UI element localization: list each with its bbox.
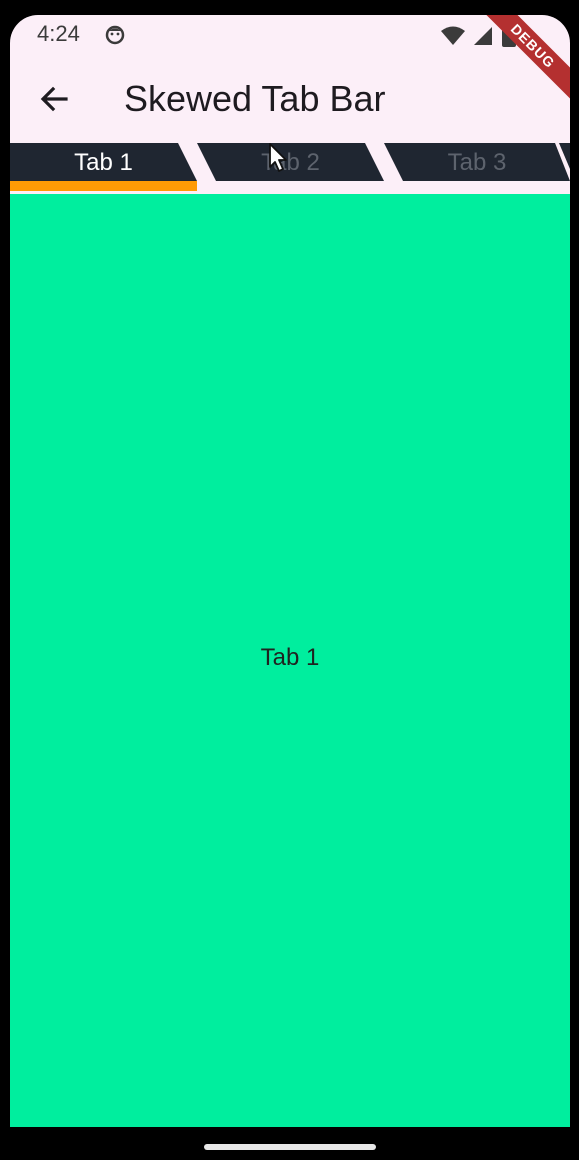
tab-content: Tab 1 [10,194,570,1127]
status-bar: 4:24 DEBUG [10,15,570,107]
tab-1[interactable]: Tab 1 [10,148,197,178]
skewed-tab-bar: Tab 1 Tab 2 Tab 3 [10,143,570,194]
app-bar: Skewed Tab Bar [10,57,570,142]
app-window: 4:24 DEBUG Skewed Tab Bar Tab 1 Tab 2 Ta… [10,15,570,1127]
tab-3[interactable]: Tab 3 [384,148,570,178]
page-title: Skewed Tab Bar [124,78,386,119]
cellular-signal-icon [474,27,492,45]
arrow-back-icon[interactable] [32,77,76,121]
tab-content-label: Tab 1 [260,644,320,671]
tab-2[interactable]: Tab 2 [197,148,384,178]
wifi-icon [441,26,465,45]
app-notification-icon [105,25,125,45]
status-time: 4:24 [37,21,80,46]
selected-tab-indicator [10,181,197,191]
navigation-gesture-handle[interactable] [204,1144,376,1150]
